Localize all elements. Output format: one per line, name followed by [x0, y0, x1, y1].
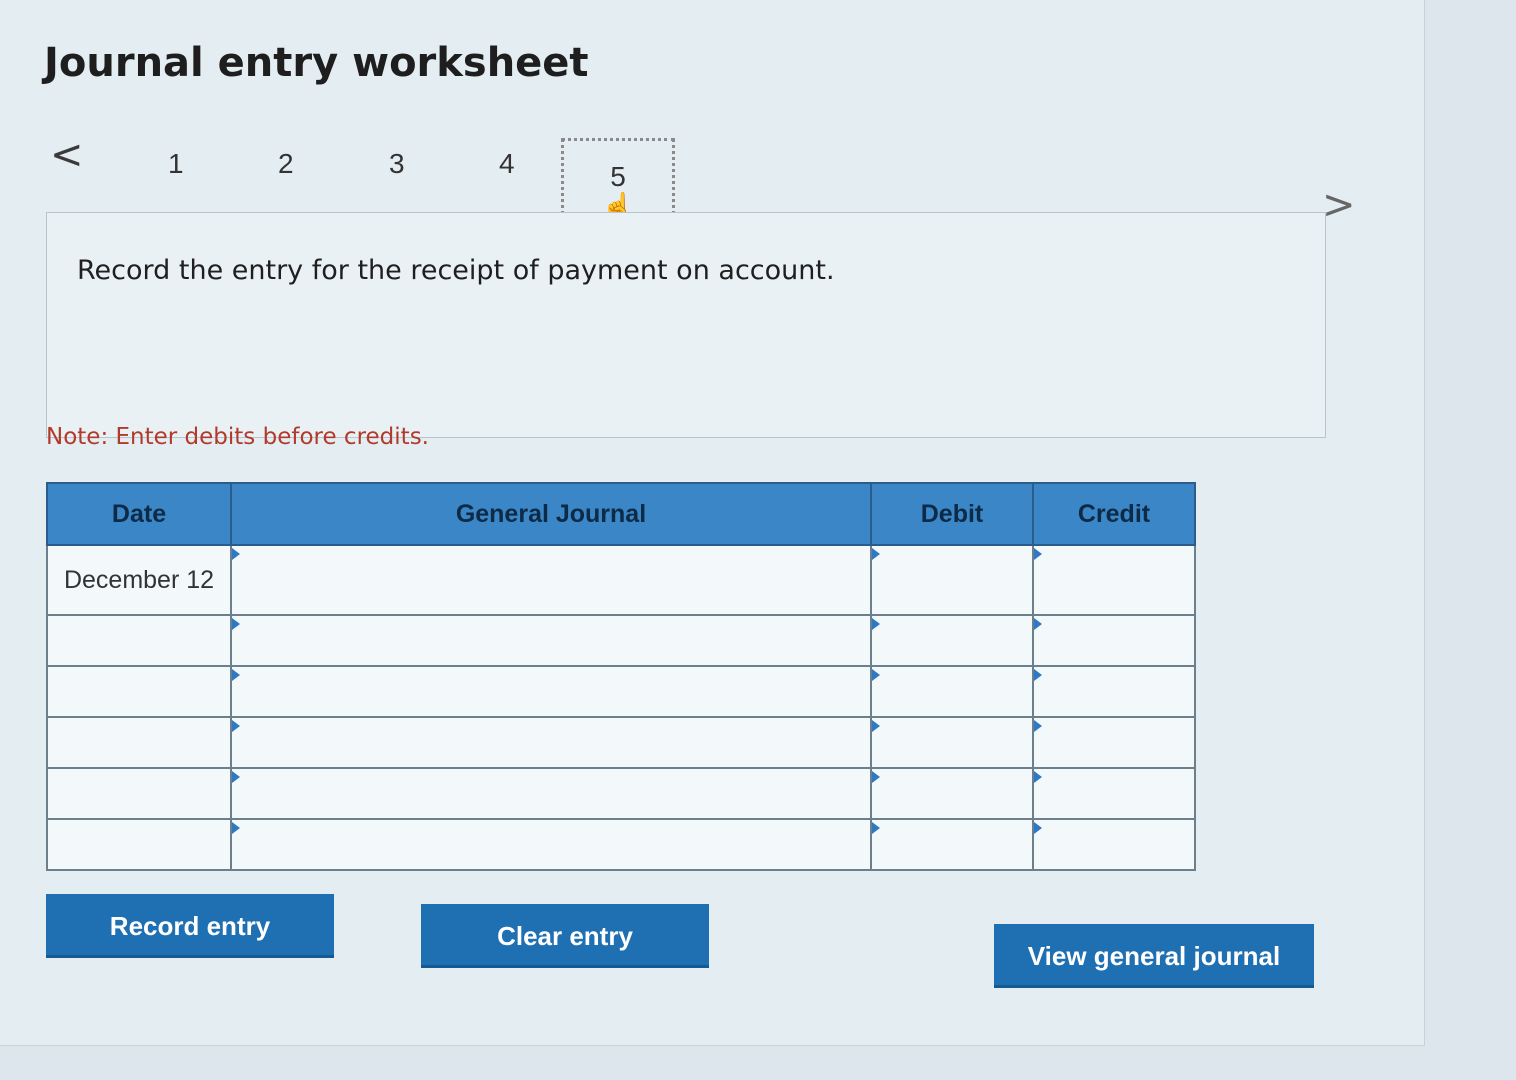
header-credit: Credit [1032, 482, 1196, 546]
credit-input[interactable] [1032, 716, 1196, 769]
record-entry-button[interactable]: Record entry [46, 894, 334, 958]
question-text: Record the entry for the receipt of paym… [77, 255, 835, 286]
worksheet-panel: Journal entry worksheet < 1 2 3 4 5 ☝ > … [0, 0, 1425, 1046]
chevron-left-icon[interactable]: < [50, 132, 84, 178]
credit-input[interactable] [1032, 767, 1196, 820]
debit-input[interactable] [870, 665, 1034, 718]
debit-input[interactable] [870, 818, 1034, 871]
journal-table: Date General Journal Debit Credit Decemb… [46, 482, 1196, 871]
step-1[interactable]: 1 [168, 148, 184, 180]
header-date: Date [46, 482, 232, 546]
credit-input[interactable] [1032, 665, 1196, 718]
chevron-right-icon[interactable]: > [1322, 182, 1356, 228]
account-input[interactable] [230, 614, 872, 667]
table-row [46, 767, 1196, 820]
account-input[interactable] [230, 767, 872, 820]
account-input[interactable] [230, 716, 872, 769]
table-row [46, 614, 1196, 667]
clear-entry-button[interactable]: Clear entry [421, 904, 709, 968]
date-cell[interactable] [46, 716, 232, 769]
step-2[interactable]: 2 [278, 148, 294, 180]
page-title: Journal entry worksheet [44, 40, 589, 86]
date-cell[interactable] [46, 614, 232, 667]
header-general-journal: General Journal [230, 482, 872, 546]
credit-input[interactable] [1032, 614, 1196, 667]
step-3[interactable]: 3 [389, 148, 405, 180]
date-cell[interactable] [46, 818, 232, 871]
date-cell[interactable]: December 12 [46, 544, 232, 616]
step-5-label: 5 [610, 161, 626, 192]
account-input[interactable] [230, 818, 872, 871]
debit-input[interactable] [870, 544, 1034, 616]
date-cell[interactable] [46, 767, 232, 820]
credit-input[interactable] [1032, 544, 1196, 616]
account-input[interactable] [230, 665, 872, 718]
table-row: December 12 [46, 544, 1196, 616]
date-cell[interactable] [46, 665, 232, 718]
header-debit: Debit [870, 482, 1034, 546]
step-4[interactable]: 4 [499, 148, 515, 180]
table-row [46, 665, 1196, 718]
view-general-journal-button[interactable]: View general journal [994, 924, 1314, 988]
debit-input[interactable] [870, 716, 1034, 769]
table-row [46, 716, 1196, 769]
table-row [46, 818, 1196, 871]
debit-input[interactable] [870, 767, 1034, 820]
note-text: Note: Enter debits before credits. [46, 424, 429, 450]
credit-input[interactable] [1032, 818, 1196, 871]
account-input[interactable] [230, 544, 872, 616]
question-box: Record the entry for the receipt of paym… [46, 212, 1326, 438]
debit-input[interactable] [870, 614, 1034, 667]
